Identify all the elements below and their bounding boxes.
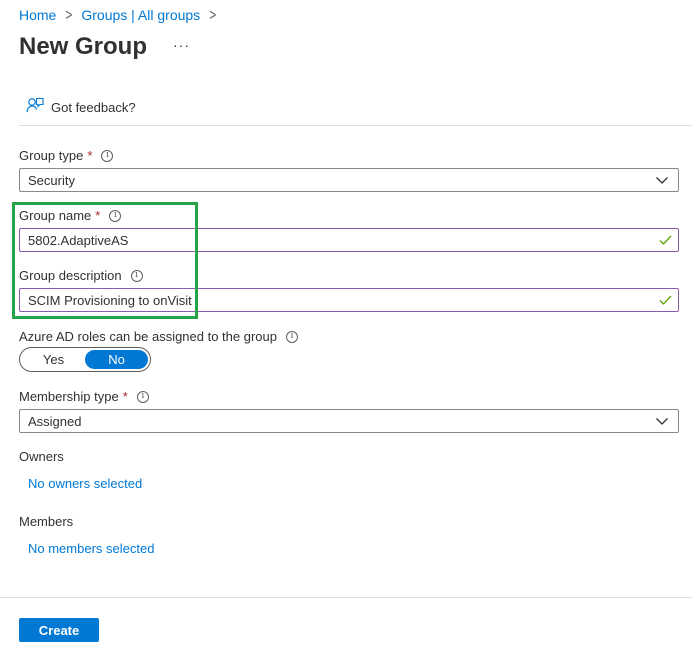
group-name-value: 5802.AdaptiveAS — [28, 232, 129, 248]
footer-divider — [0, 597, 692, 598]
breadcrumb-groups[interactable]: Groups | All groups — [81, 7, 200, 23]
feedback-button[interactable]: Got feedback? — [26, 97, 136, 118]
group-description-value: SCIM Provisioning to onVisit — [28, 292, 192, 308]
azure-roles-label-text: Azure AD roles can be assigned to the gr… — [19, 329, 277, 344]
group-name-label-text: Group name — [19, 208, 92, 223]
chevron-right-icon: > — [65, 5, 73, 25]
required-marker: * — [87, 148, 93, 163]
info-icon[interactable]: i — [130, 269, 143, 282]
membership-type-dropdown[interactable]: Assigned — [19, 409, 679, 433]
title-row: New Group ··· — [19, 33, 190, 61]
group-type-dropdown[interactable]: Security — [19, 168, 679, 192]
membership-type-label: Membership type * i — [19, 389, 149, 404]
feedback-icon — [26, 97, 44, 118]
owners-link[interactable]: No owners selected — [28, 476, 142, 491]
feedback-label: Got feedback? — [51, 100, 136, 115]
group-name-input[interactable]: 5802.AdaptiveAS — [19, 228, 679, 252]
more-options-button[interactable]: ··· — [173, 37, 190, 53]
members-label-text: Members — [19, 514, 74, 529]
members-label: Members — [19, 514, 73, 529]
chevron-right-icon: > — [209, 5, 217, 25]
group-type-value: Security — [28, 172, 75, 188]
required-marker: * — [95, 208, 101, 223]
breadcrumb: Home > Groups | All groups > — [19, 5, 225, 25]
info-icon[interactable]: i — [136, 390, 149, 403]
checkmark-icon — [659, 234, 672, 249]
group-type-label-text: Group type — [19, 148, 84, 163]
owners-label: Owners — [19, 449, 64, 464]
header-divider — [19, 125, 692, 126]
azure-roles-toggle[interactable]: Yes No — [19, 347, 151, 372]
owners-label-text: Owners — [19, 449, 64, 464]
group-description-label: Group description i — [19, 268, 143, 283]
group-description-input[interactable]: SCIM Provisioning to onVisit — [19, 288, 679, 312]
info-icon[interactable]: i — [286, 330, 298, 343]
group-name-label: Group name * i — [19, 208, 122, 223]
checkmark-icon — [659, 294, 672, 309]
azure-roles-label: Azure AD roles can be assigned to the gr… — [19, 329, 298, 344]
members-link[interactable]: No members selected — [28, 541, 154, 556]
info-icon[interactable]: i — [101, 149, 114, 162]
membership-type-value: Assigned — [28, 413, 82, 429]
chevron-down-icon — [654, 172, 670, 191]
toggle-no[interactable]: No — [85, 350, 148, 369]
page-title: New Group — [19, 33, 148, 60]
create-button[interactable]: Create — [19, 618, 99, 642]
group-type-label: Group type * i — [19, 148, 114, 163]
toggle-yes[interactable]: Yes — [22, 350, 85, 369]
membership-type-label-text: Membership type — [19, 389, 119, 404]
info-icon[interactable]: i — [109, 209, 122, 222]
breadcrumb-home[interactable]: Home — [19, 7, 56, 23]
required-marker: * — [122, 389, 128, 404]
group-description-label-text: Group description — [19, 268, 122, 283]
chevron-down-icon — [654, 413, 670, 432]
